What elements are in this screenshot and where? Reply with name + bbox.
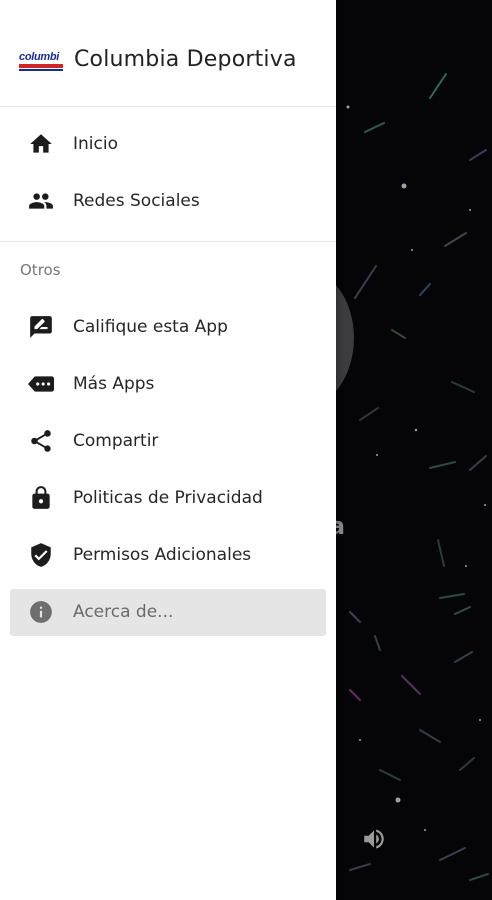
menu-item-label: Califique esta App	[73, 316, 228, 337]
primary-menu: Inicio Redes Sociales	[0, 107, 336, 242]
menu-item-acerca-de[interactable]: Acerca de...	[0, 583, 336, 640]
section-heading: Otros	[20, 261, 61, 279]
menu-item-label: Inicio	[73, 133, 118, 154]
volume-icon	[360, 826, 388, 852]
menu-item-label: Acerca de...	[73, 601, 174, 622]
lock-icon	[28, 485, 54, 511]
app-logo: columbi	[19, 52, 65, 74]
rate-review-icon	[28, 314, 54, 340]
share-icon	[28, 428, 54, 454]
shield-check-icon	[28, 542, 54, 568]
menu-item-label: Más Apps	[73, 373, 155, 394]
info-icon	[28, 599, 54, 625]
home-icon	[28, 131, 54, 157]
menu-item-redes-sociales[interactable]: Redes Sociales	[0, 172, 336, 229]
menu-item-inicio[interactable]: Inicio	[0, 115, 336, 172]
section-others: Otros	[0, 242, 336, 298]
logo-text: columbi	[19, 51, 60, 63]
menu-item-privacidad[interactable]: Politicas de Privacidad	[0, 469, 336, 526]
menu-item-mas-apps[interactable]: Más Apps	[0, 355, 336, 412]
people-icon	[28, 188, 54, 214]
menu-item-compartir[interactable]: Compartir	[0, 412, 336, 469]
navigation-drawer: columbi Columbia Deportiva Inicio Redes …	[0, 0, 336, 900]
menu-item-label: Politicas de Privacidad	[73, 487, 263, 508]
menu-item-permisos[interactable]: Permisos Adicionales	[0, 526, 336, 583]
drawer-header: columbi Columbia Deportiva	[0, 0, 336, 107]
menu-item-label: Redes Sociales	[73, 190, 200, 211]
menu-item-label: Compartir	[73, 430, 159, 451]
menu-item-califique[interactable]: Califique esta App	[0, 298, 336, 355]
more-apps-icon	[28, 371, 54, 397]
menu-item-label: Permisos Adicionales	[73, 544, 252, 565]
app-name: Columbia Deportiva	[74, 47, 297, 72]
